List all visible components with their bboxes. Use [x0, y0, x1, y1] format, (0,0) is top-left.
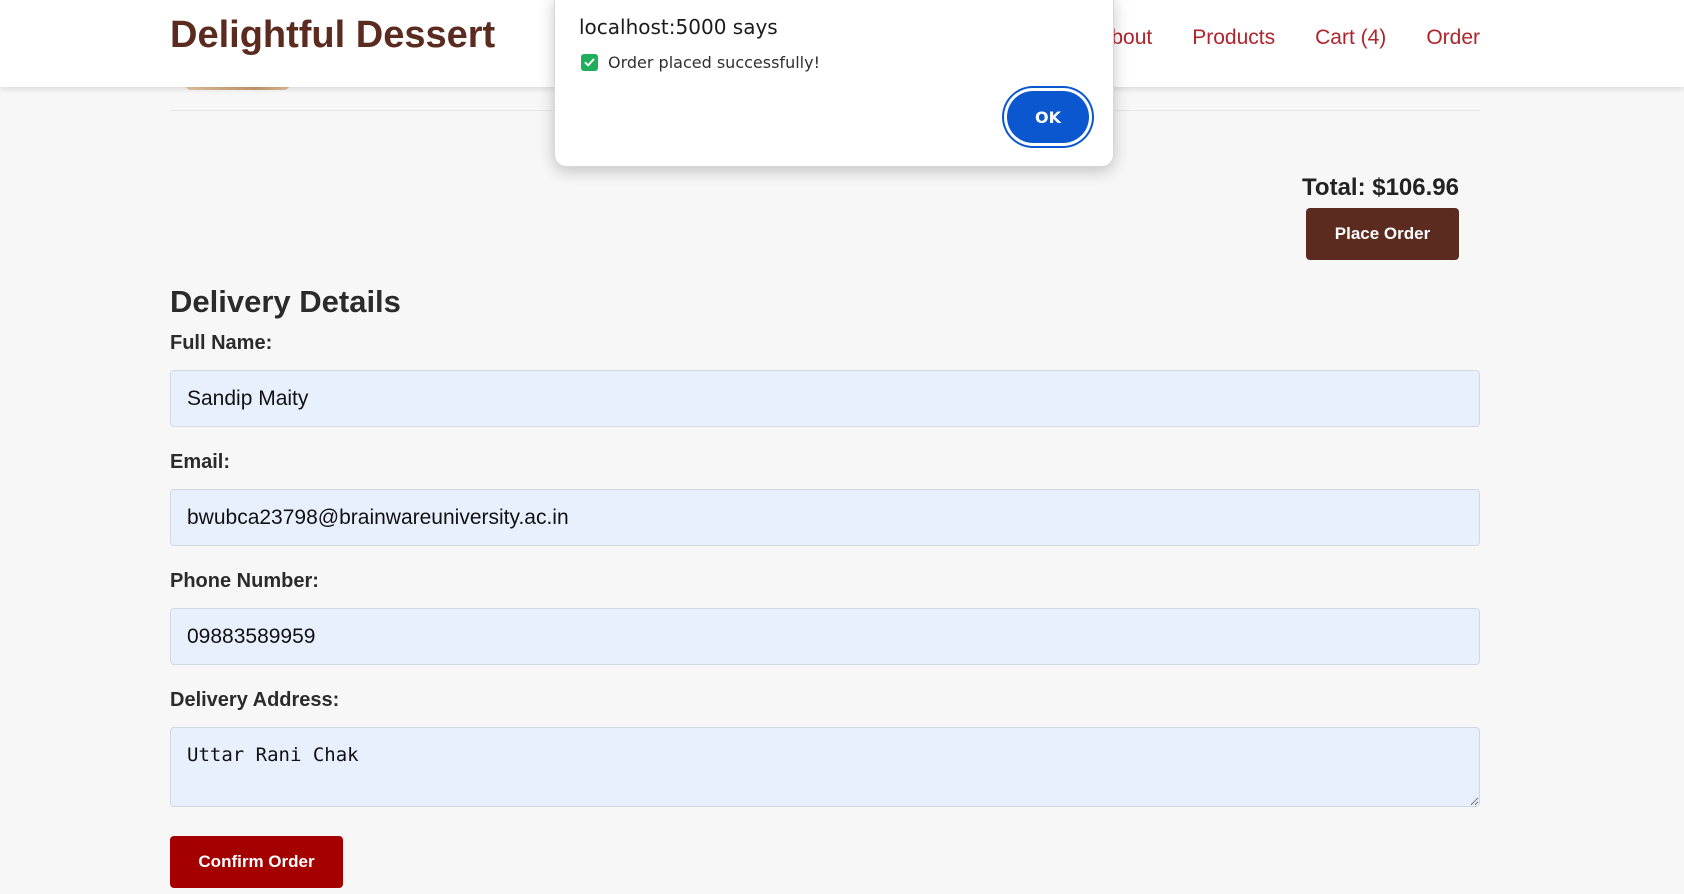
dialog-message-text: Order placed successfully!	[608, 53, 820, 72]
address-label: Delivery Address:	[170, 689, 340, 711]
address-textarea[interactable]: Uttar Rani Chak	[170, 727, 1480, 807]
place-order-button[interactable]: Place Order	[1306, 208, 1459, 260]
nav-products-link[interactable]: Products	[1192, 26, 1275, 50]
alert-dialog: localhost:5000 says Order placed success…	[554, 0, 1114, 167]
delivery-details-heading: Delivery Details	[170, 284, 401, 319]
full-name-label: Full Name:	[170, 332, 273, 354]
check-square-icon	[581, 54, 598, 71]
dialog-ok-button[interactable]: OK	[1007, 91, 1089, 143]
full-name-input[interactable]	[170, 370, 1480, 427]
phone-label: Phone Number:	[170, 570, 319, 592]
email-input[interactable]	[170, 489, 1480, 546]
nav-cart-link[interactable]: Cart (4)	[1315, 26, 1386, 50]
main-nav: About Products Cart (4) Order	[1097, 26, 1480, 50]
dialog-message: Order placed successfully!	[581, 53, 820, 72]
dialog-title: localhost:5000 says	[579, 15, 778, 39]
phone-input[interactable]	[170, 608, 1480, 665]
confirm-order-button[interactable]: Confirm Order	[170, 836, 343, 888]
email-label: Email:	[170, 451, 231, 473]
cart-total: Total: $106.96	[1302, 174, 1459, 201]
site-brand[interactable]: Delightful Dessert	[170, 14, 495, 57]
nav-order-link[interactable]: Order	[1426, 26, 1480, 50]
